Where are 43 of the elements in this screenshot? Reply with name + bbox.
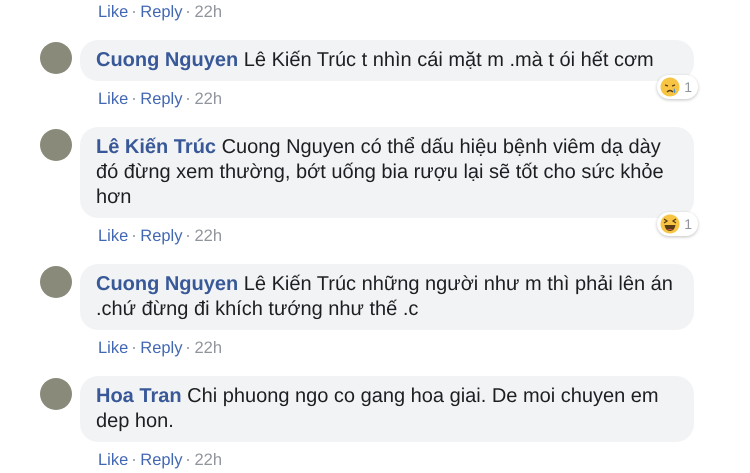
like-link[interactable]: Like [98,338,128,358]
reaction-count: 1 [684,215,692,234]
avatar-photo[interactable] [40,42,72,74]
reaction-badge[interactable]: 1 [657,212,698,236]
like-link[interactable]: Like [98,450,128,470]
like-link[interactable]: Like [98,2,128,22]
comment-text: Cuong Nguyen Lê Kiến Trúc t nhìn cái mặt m .mà t ói hết cơm [96,48,655,73]
timestamp: 22h [194,450,222,470]
avatar-photo[interactable] [40,129,72,161]
author-link[interactable]: Hoa Tran [96,385,182,407]
separator-dot [187,347,190,349]
comment-text: Cuong Nguyen Lê Kiến Trúc những người như m thì phải lên án .chứ đừng đi khích tướng như thế .c [96,272,674,322]
separator-dot [133,347,136,349]
separator-dot [133,11,136,13]
separator-dot [187,235,190,237]
crying-face-icon [660,77,680,97]
reply-link[interactable]: Reply [140,338,182,358]
comment-text: Lê Kiến Trúc Cuong Nguyen có thể dấu hiệu bệnh viêm dạ dày đó đừng xem thường, bớt uống bia rượu lại sẽ tốt cho sức khỏe hơn [96,135,665,210]
avatar-photo[interactable] [40,266,72,298]
reaction-count: 1 [684,78,692,97]
reaction-badge[interactable]: 1 [657,75,698,99]
like-link[interactable]: Like [98,226,128,246]
reply-link[interactable]: Reply [140,2,182,22]
timestamp: 22h [194,338,222,358]
separator-dot [187,11,190,13]
author-link[interactable]: Cuong Nguyen [96,49,238,71]
timestamp: 22h [194,2,222,22]
separator-dot [133,98,136,100]
reply-link[interactable]: Reply [140,89,182,109]
timestamp: 22h [194,226,222,246]
separator-dot [187,98,190,100]
separator-dot [133,235,136,237]
laughing-face-icon [660,214,680,234]
separator-dot [187,459,190,461]
timestamp: 22h [194,89,222,109]
author-link[interactable]: Cuong Nguyen [96,273,238,295]
author-link[interactable]: Lê Kiến Trúc [96,136,216,158]
reply-link[interactable]: Reply [140,450,182,470]
avatar-photo[interactable] [40,378,72,410]
like-link[interactable]: Like [98,89,128,109]
reply-link[interactable]: Reply [140,226,182,246]
separator-dot [133,459,136,461]
comment-text: Hoa Tran Chi phuong ngo co gang hoa giai. De moi chuyen em dep hon. [96,384,660,434]
